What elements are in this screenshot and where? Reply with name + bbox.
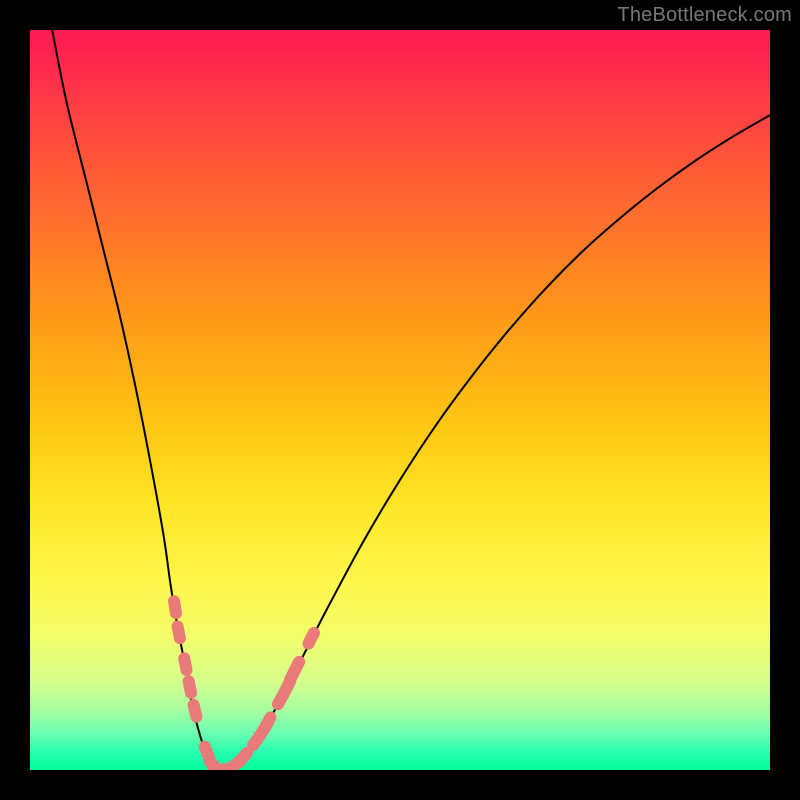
chart-frame: TheBottleneck.com — [0, 0, 800, 800]
curve-marker — [167, 594, 183, 620]
curve-marker — [186, 698, 203, 724]
curve-marker — [171, 619, 187, 645]
curve-right-branch — [245, 115, 770, 755]
marker-group — [167, 594, 322, 770]
curve-marker — [300, 625, 322, 652]
plot-area — [30, 30, 770, 770]
curve-marker — [182, 674, 198, 700]
curve-marker — [177, 651, 193, 677]
watermark-text: TheBottleneck.com — [617, 4, 792, 27]
curve-layer — [30, 30, 770, 770]
